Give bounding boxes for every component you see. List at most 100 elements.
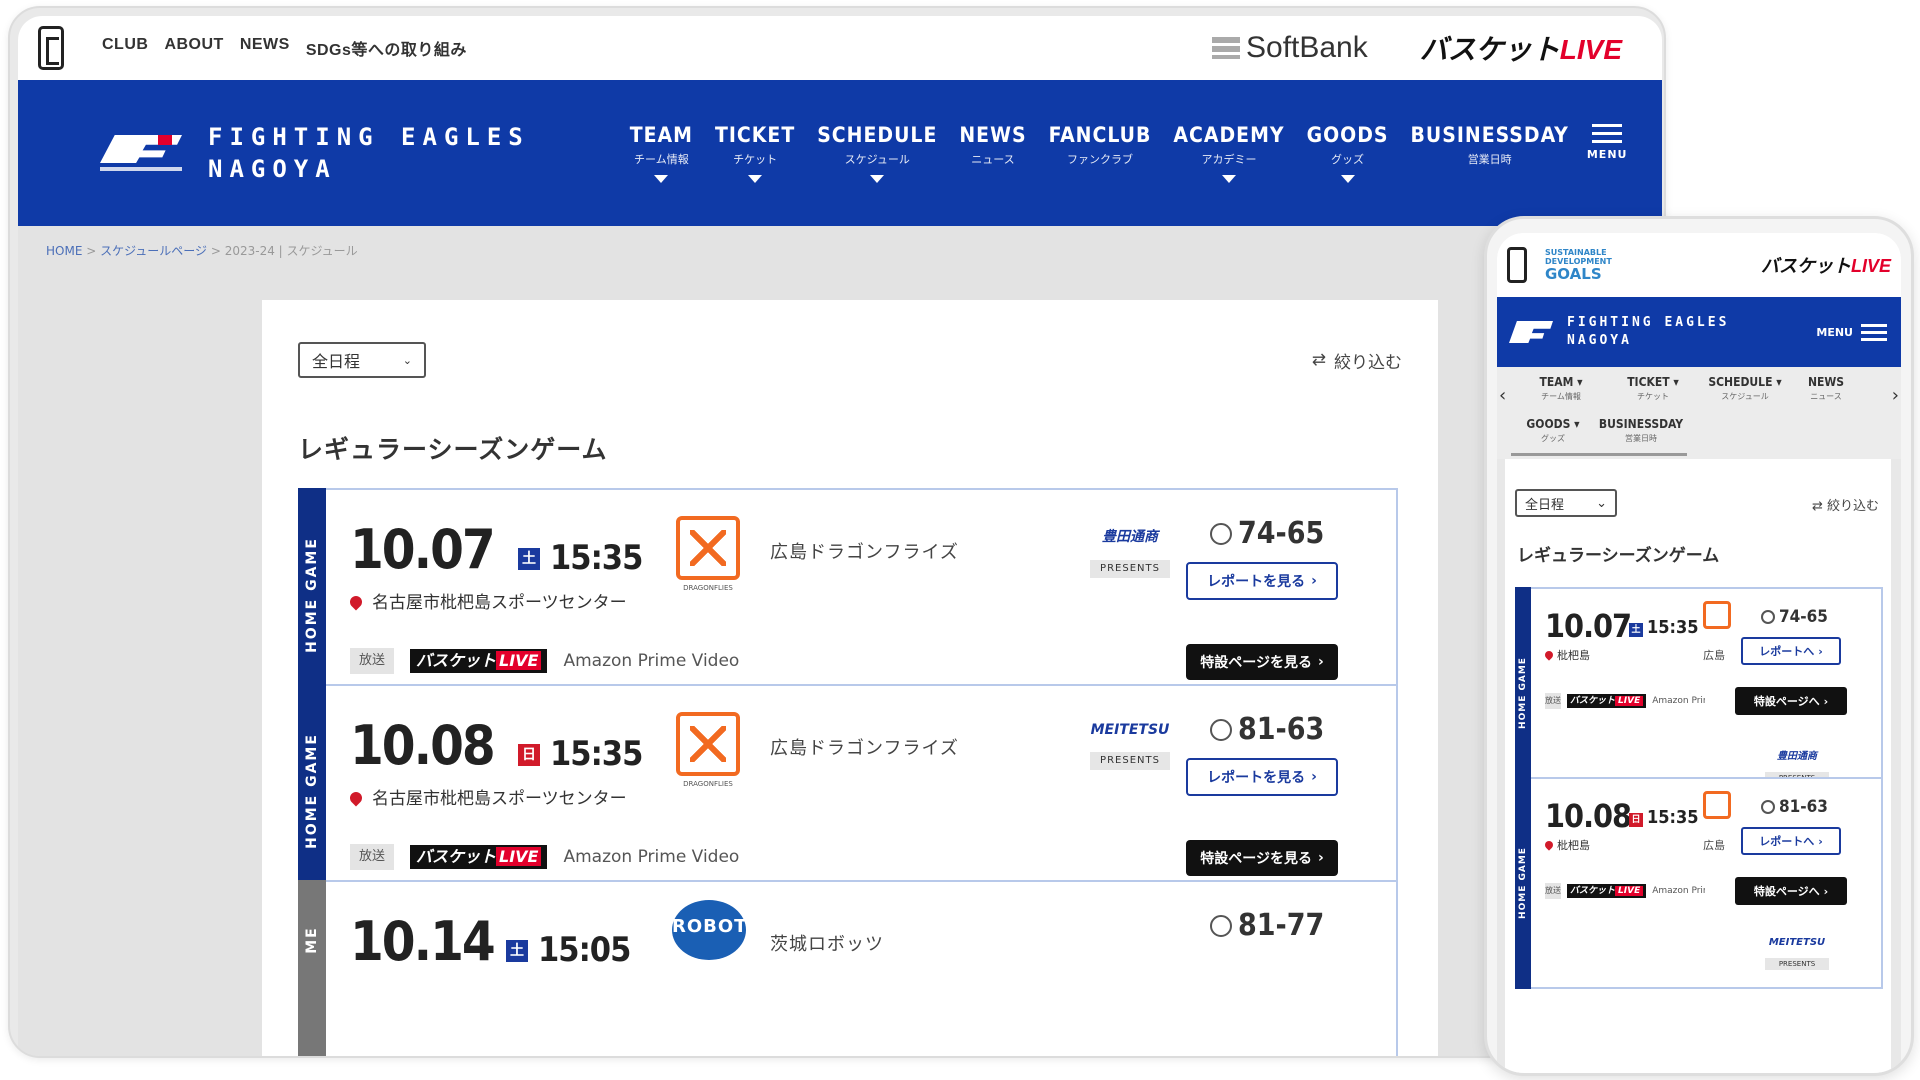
report-button[interactable]: レポートを見る ›	[1186, 758, 1338, 796]
game-sponsor: 豊田通商PRESENTS	[1090, 526, 1170, 578]
home-game-band: HOME GAME	[298, 684, 326, 898]
game-date: 10.14	[350, 910, 496, 973]
utility-link-news[interactable]: NEWS	[240, 36, 290, 60]
game-score: 81-63	[1210, 712, 1324, 747]
chevron-right-icon[interactable]: ›	[1892, 385, 1899, 406]
map-pin-icon	[1543, 839, 1555, 851]
amazon-prime-label[interactable]: Amazon Prime V	[1652, 696, 1705, 706]
chevron-right-icon: ›	[1317, 654, 1324, 670]
map-pin-icon	[1543, 649, 1555, 661]
chevron-right-icon: ›	[1311, 573, 1317, 589]
season-select[interactable]: 全日程 ⌄	[1515, 489, 1617, 517]
chevron-down-icon: ⌄	[1596, 495, 1607, 511]
game-card: HOME GAME 10.07 土 15:35 枇杷島 広島 74-65 レポー…	[1515, 587, 1883, 799]
amazon-prime-label[interactable]: Amazon Prime V	[1652, 886, 1705, 896]
special-page-button[interactable]: 特設ページへ ›	[1735, 687, 1847, 715]
mockup-stage: CLUB ABOUT NEWS SDGs等への取り組み SoftBank バスケ…	[0, 0, 1920, 1080]
nav-fanclub[interactable]: FANCLUB ファンクラブ	[1049, 123, 1152, 183]
breadcrumb-home[interactable]: HOME	[46, 244, 82, 258]
club-name[interactable]: FIGHTING EAGLES NAGOYA	[1567, 314, 1729, 350]
special-page-button[interactable]: 特設ページを見る ›	[1186, 840, 1338, 876]
opponent-name: 広島	[1703, 649, 1725, 662]
sub-nav-goods[interactable]: GOODS ▾ グッズ	[1515, 417, 1591, 444]
report-button[interactable]: レポートを見る ›	[1186, 562, 1338, 600]
filter-button[interactable]: ⇄ 絞り込む	[1812, 495, 1879, 514]
robots-logo: ROBOTS	[672, 900, 760, 960]
chevron-left-icon[interactable]: ‹	[1499, 385, 1506, 406]
game-time: 15:05	[538, 930, 631, 970]
game-card: HOME GAME 10.08 日 15:35 名古屋市枇杷島スポーツセンター …	[298, 684, 1398, 898]
sub-nav-news[interactable]: NEWS ニュース	[1791, 375, 1861, 402]
basket-live-badge[interactable]: バスケット LIVE	[410, 649, 548, 673]
b-league-logo[interactable]	[1507, 247, 1527, 283]
nav-news[interactable]: NEWS ニュース	[959, 123, 1026, 183]
game-date: 10.07	[1545, 607, 1632, 645]
sub-nav-row: GOODS ▾ グッズ BUSINESSDAY 営業日時	[1515, 417, 1691, 444]
sdgs-logo[interactable]: SUSTAINABLE DEVELOPMENT GOALS	[1545, 248, 1612, 282]
fighting-eagles-logo[interactable]	[1509, 321, 1553, 343]
opponent-name: 広島ドラゴンフライズ	[770, 738, 959, 759]
hamburger-icon	[1861, 320, 1887, 345]
nav-goods[interactable]: GOODS グッズ	[1307, 123, 1389, 183]
game-venue: 枇杷島	[1543, 837, 1590, 853]
hamburger-icon	[1587, 124, 1628, 143]
report-button[interactable]: レポートへ ›	[1741, 637, 1841, 665]
basket-live-badge[interactable]: バスケット LIVE	[410, 845, 548, 869]
utility-link-club[interactable]: CLUB	[102, 36, 148, 60]
game-sponsor: MEITETSU PRESENTS	[1765, 937, 1829, 970]
chevron-right-icon: ›	[1311, 769, 1317, 785]
nav-businessday[interactable]: BUSINESSDAY 営業日時	[1411, 123, 1569, 183]
sub-nav-schedule[interactable]: SCHEDULE ▾ スケジュール	[1699, 375, 1791, 402]
dragonflies-logo	[1703, 601, 1731, 629]
menu-button[interactable]: MENU	[1816, 320, 1887, 345]
utility-link-about[interactable]: ABOUT	[164, 36, 223, 60]
menu-button[interactable]: MENU	[1587, 119, 1628, 161]
utility-link-sdgs[interactable]: SDGs等への取り組み	[306, 36, 467, 60]
amazon-prime-label[interactable]: Amazon Prime Video	[563, 847, 739, 867]
home-game-band: ME	[298, 880, 326, 1056]
chevron-right-icon: ›	[1823, 884, 1829, 898]
report-button[interactable]: レポートへ ›	[1741, 827, 1841, 855]
nav-academy[interactable]: ACADEMY アカデミー	[1173, 123, 1284, 183]
nav-team[interactable]: TEAM チーム情報	[630, 123, 693, 183]
sliders-icon: ⇄	[1311, 350, 1326, 370]
softbank-logo[interactable]: SoftBank	[1212, 31, 1368, 65]
chevron-right-icon: ›	[1818, 644, 1823, 658]
b-league-logo[interactable]	[38, 26, 64, 70]
game-venue: 名古屋市枇杷島スポーツセンター	[347, 784, 627, 809]
main-navigation: FIGHTING EAGLES NAGOYA TEAM チーム情報 TICKET チ…	[18, 80, 1662, 226]
season-select[interactable]: 全日程 ⌄	[298, 342, 426, 378]
breadcrumb-schedule[interactable]: スケジュールページ	[100, 244, 207, 258]
phone-device-frame: SUSTAINABLE DEVELOPMENT GOALS バスケットLIVE …	[1484, 216, 1914, 1076]
sponsor-area: SoftBank バスケットLIVE	[1212, 28, 1622, 68]
broadcast-info: 放送 バスケットLIVE Amazon Prime V	[1545, 693, 1705, 709]
basket-live-logo[interactable]: バスケットLIVE	[1761, 252, 1891, 278]
special-page-button[interactable]: 特設ページへ ›	[1735, 877, 1847, 905]
game-card: HOME GAME 10.07 土 15:35 名古屋市枇杷島スポーツセンター …	[298, 488, 1398, 702]
game-weekday: 土	[1629, 623, 1643, 637]
amazon-prime-label[interactable]: Amazon Prime Video	[563, 651, 739, 671]
basket-live-logo[interactable]: バスケットLIVE	[1420, 28, 1622, 68]
basket-live-badge[interactable]: バスケット LIVE	[1567, 694, 1647, 708]
nav-ticket[interactable]: TICKET チケット	[715, 123, 795, 183]
sub-nav-ticket[interactable]: TICKET ▾ チケット	[1607, 375, 1699, 402]
sub-nav-businessday[interactable]: BUSINESSDAY 営業日時	[1591, 417, 1691, 444]
desktop-screen: CLUB ABOUT NEWS SDGs等への取り組み SoftBank バスケ…	[18, 16, 1662, 1056]
basket-live-badge[interactable]: バスケット LIVE	[1567, 884, 1647, 898]
win-circle-icon	[1210, 718, 1232, 741]
fighting-eagles-logo[interactable]	[100, 129, 182, 177]
section-title: レギュラーシーズンゲーム	[298, 435, 608, 464]
broadcast-info: 放送 バスケットLIVE Amazon Prime V	[1545, 883, 1705, 899]
game-date: 10.08	[1545, 797, 1632, 835]
chevron-right-icon: ›	[1317, 850, 1324, 866]
game-venue: 名古屋市枇杷島スポーツセンター	[347, 588, 627, 613]
sub-nav-team[interactable]: TEAM ▾ チーム情報	[1515, 375, 1607, 402]
sub-nav-scrollbar[interactable]	[1511, 453, 1687, 456]
game-time: 15:35	[1647, 617, 1699, 638]
filter-button[interactable]: ⇄ 絞り込む	[1312, 348, 1402, 373]
game-score: 74-65	[1210, 516, 1324, 551]
game-time: 15:35	[1647, 807, 1699, 828]
special-page-button[interactable]: 特設ページを見る ›	[1186, 644, 1338, 680]
nav-schedule[interactable]: SCHEDULE スケジュール	[817, 123, 937, 183]
club-name[interactable]: FIGHTING EAGLES NAGOYA	[208, 121, 530, 185]
